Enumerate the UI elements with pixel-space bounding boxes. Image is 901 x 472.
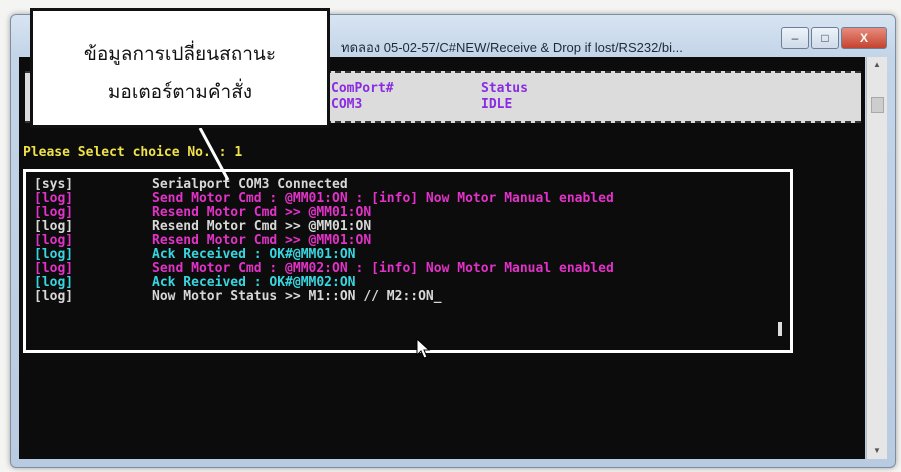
log-text: Ack Received : OK#@MM02:ON <box>152 275 356 290</box>
window-title: ทดลอง 05-02-57/C#NEW/Receive & Drop if l… <box>341 40 683 55</box>
vertical-scrollbar[interactable]: ▲ ▼ <box>866 57 887 459</box>
annotation-callout: ข้อมูลการเปลี่ยนสถานะ มอเตอร์ตามคำสั่ง <box>30 8 330 128</box>
status-value: IDLE <box>481 97 513 112</box>
comport-value: COM3 <box>331 97 363 112</box>
log-text: Resend Motor Cmd >> @MM01:ON <box>152 205 372 220</box>
log-line: [log] Send Motor Cmd : @MM02:ON : [info] … <box>34 261 614 276</box>
comport-header: ComPort# <box>331 81 394 96</box>
minimize-button[interactable]: – <box>781 27 809 49</box>
scroll-down-icon[interactable]: ▼ <box>867 443 887 459</box>
log-line: [log] Ack Received : OK#@MM01:ON <box>34 247 356 262</box>
close-button[interactable]: X <box>841 27 887 49</box>
window-controls: – □ X <box>781 27 887 49</box>
callout-pointer-line <box>198 128 230 181</box>
log-text: Resend Motor Cmd >> @MM01:ON <box>152 233 372 248</box>
log-line: [log] Resend Motor Cmd >> @MM01:ON <box>34 205 372 220</box>
log-text: Resend Motor Cmd >> @MM01:ON <box>152 219 372 234</box>
log-highlight-box: [sys] Serialport COM3 Connected [log] Send… <box>23 169 793 353</box>
text-cursor <box>778 322 782 336</box>
log-text: Send Motor Cmd : @MM01:ON : [info] Now M… <box>152 191 614 206</box>
log-line: [log] Now Motor Status >> M1::ON // M2::O… <box>34 289 442 304</box>
scroll-up-icon[interactable]: ▲ <box>867 57 887 73</box>
callout-line-1: ข้อมูลการเปลี่ยนสถานะ <box>83 43 277 65</box>
log-text: Now Motor Status >> M1::ON // M2::ON_ <box>152 289 442 304</box>
log-line: [log] Ack Received : OK#@MM02:ON <box>34 275 356 290</box>
maximize-button[interactable]: □ <box>811 27 839 49</box>
mouse-pointer-icon <box>416 338 431 359</box>
log-text: Send Motor Cmd : @MM02:ON : [info] Now M… <box>152 261 614 276</box>
log-text: Ack Received : OK#@MM01:ON <box>152 247 356 262</box>
log-line: [log] Resend Motor Cmd >> @MM01:ON <box>34 219 372 234</box>
log-line: [log] Resend Motor Cmd >> @MM01:ON <box>34 233 372 248</box>
status-header: Status <box>481 81 528 96</box>
callout-line-2: มอเตอร์ตามคำสั่ง <box>107 81 253 103</box>
scroll-thumb[interactable] <box>871 97 884 113</box>
log-line: [log] Send Motor Cmd : @MM01:ON : [info] … <box>34 191 614 206</box>
